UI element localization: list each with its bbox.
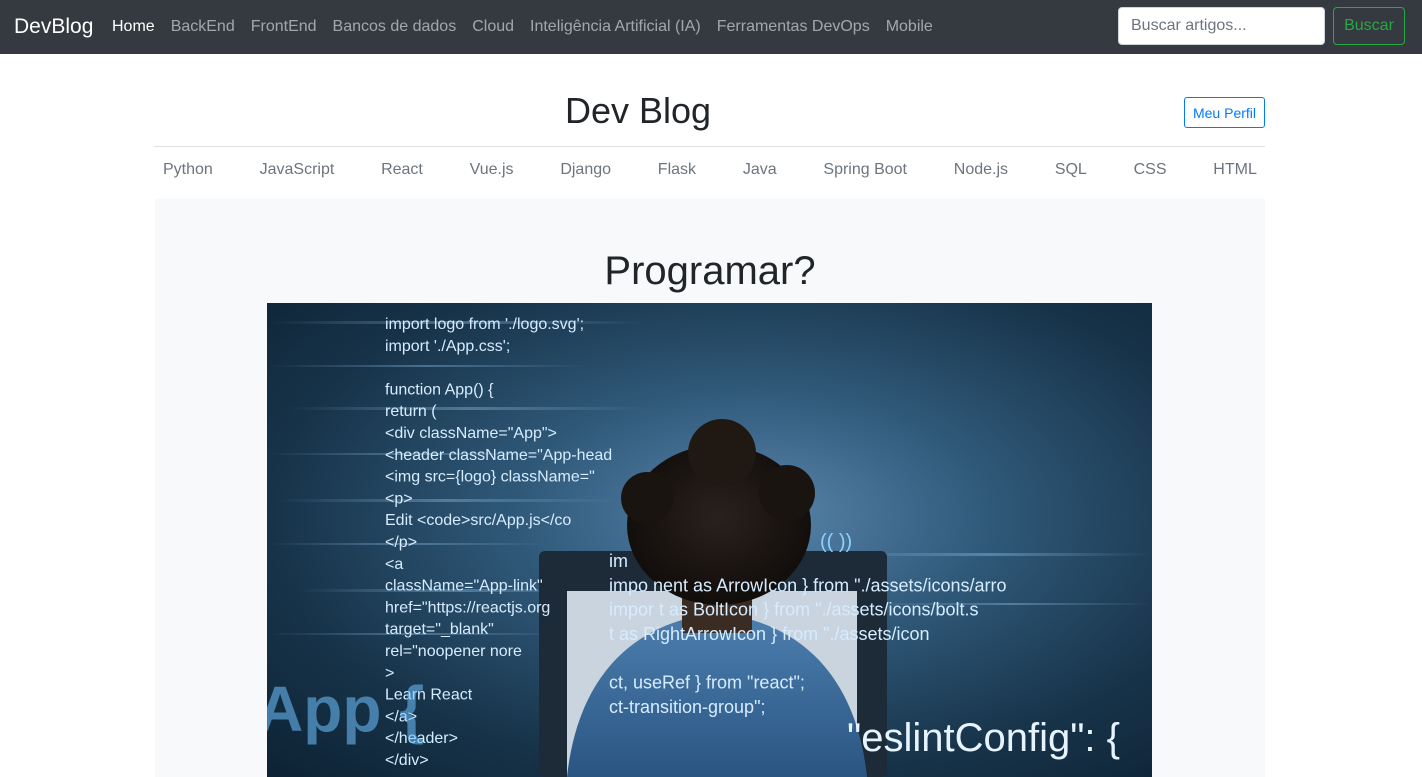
category-link-css[interactable]: CSS [1134, 161, 1167, 179]
code-line: href="https://reactjs.org [385, 599, 550, 616]
blog-title: Dev Blog [565, 90, 712, 131]
nav-link-databases[interactable]: Bancos de dados [333, 18, 457, 36]
code-line: import logo from './logo.svg'; [385, 316, 584, 333]
code-line: <img src={logo} className=" [385, 469, 595, 486]
code-line: impor t as BoltIcon } from "./assets/ico… [609, 600, 979, 620]
category-link-flask[interactable]: Flask [658, 161, 696, 179]
category-link-java[interactable]: Java [743, 161, 777, 179]
nav-link-ai[interactable]: Inteligência Artificial (IA) [530, 18, 701, 36]
nav-links: Home BackEnd FrontEnd Bancos de dados Cl… [112, 0, 949, 54]
search-button[interactable]: Buscar [1333, 7, 1405, 45]
category-link-nodejs[interactable]: Node.js [954, 161, 1008, 179]
hero-illustration: import logo from './logo.svg'; import './… [267, 316, 1152, 777]
code-line: import './App.css'; [385, 338, 510, 355]
code-line: function App() { [385, 381, 494, 398]
category-link-vuejs[interactable]: Vue.js [470, 161, 514, 179]
code-line: target="_blank" [385, 621, 494, 638]
profile-button[interactable]: Meu Perfil [1184, 97, 1265, 128]
post-title: Programar? [604, 249, 816, 293]
category-link-html[interactable]: HTML [1213, 161, 1257, 179]
code-line: impo nent as ArrowIcon } from "./assets/… [609, 575, 1007, 595]
category-link-sql[interactable]: SQL [1055, 161, 1087, 179]
code-line: className="App-link" [385, 578, 543, 595]
code-line: <a [385, 556, 403, 573]
code-line: ct, useRef } from "react"; [609, 673, 805, 693]
post-hero-image: import logo from './logo.svg'; import './… [267, 303, 1152, 777]
search-input[interactable] [1118, 7, 1325, 45]
category-link-python[interactable]: Python [163, 161, 213, 179]
code-line: <div className="App"> [385, 425, 557, 442]
code-line: Edit <code>src/App.js</co [385, 512, 571, 529]
code-line: <header className="App-head [385, 447, 612, 464]
category-nav: Python JavaScript React Vue.js Django Fl… [154, 147, 1265, 193]
category-link-javascript[interactable]: JavaScript [260, 161, 335, 179]
code-line: ct-transition-group"; [609, 697, 765, 717]
nav-link-home[interactable]: Home [112, 18, 155, 36]
big-app-text: App { [267, 673, 424, 745]
code-line: return ( [385, 403, 437, 420]
big-eslint-text: "eslintConfig": { [847, 716, 1120, 760]
code-line: t as RightArrowIcon } from "./assets/ico… [609, 624, 930, 644]
nav-link-cloud[interactable]: Cloud [472, 18, 514, 36]
code-line: im [609, 551, 628, 571]
nav-link-backend[interactable]: BackEnd [171, 18, 235, 36]
nav-link-frontend[interactable]: FrontEnd [251, 18, 317, 36]
nav-link-devops[interactable]: Ferramentas DevOps [717, 18, 870, 36]
category-link-django[interactable]: Django [560, 161, 611, 179]
code-line: </div> [385, 752, 429, 769]
category-link-react[interactable]: React [381, 161, 423, 179]
code-line: </p> [385, 534, 417, 551]
top-navbar: DevBlog Home BackEnd FrontEnd Bancos de … [0, 0, 1422, 54]
nav-link-mobile[interactable]: Mobile [886, 18, 933, 36]
code-line: <p> [385, 490, 413, 507]
brand-logo[interactable]: DevBlog [14, 13, 93, 41]
category-link-spring-boot[interactable]: Spring Boot [823, 161, 907, 179]
code-line: rel="noopener nore [385, 643, 522, 660]
parens-text: (( )) [820, 531, 852, 553]
